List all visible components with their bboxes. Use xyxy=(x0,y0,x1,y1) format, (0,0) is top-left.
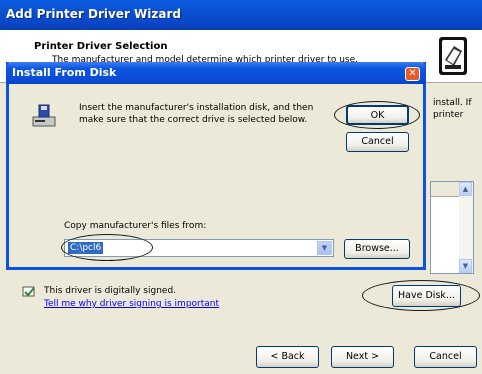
driver-signed-text: This driver is digitally signed. xyxy=(44,286,177,296)
have-disk-button[interactable]: Have Disk... xyxy=(392,285,461,307)
disk-drive-icon xyxy=(32,104,56,127)
scroll-down-icon[interactable]: ▼ xyxy=(459,259,472,273)
dropdown-arrow-icon[interactable]: ▼ xyxy=(317,241,332,255)
printer-icon xyxy=(439,37,467,75)
dialog-message: Insert the manufacturer's installation d… xyxy=(79,103,314,125)
scroll-up-icon[interactable]: ▲ xyxy=(459,182,472,196)
wizard-cancel-button[interactable]: Cancel xyxy=(414,346,477,368)
header-title: Printer Driver Selection xyxy=(34,41,168,52)
dialog-title: Install From Disk xyxy=(12,66,117,79)
source-path-value[interactable]: C:\pcl6 xyxy=(68,242,104,254)
list-scrollbar[interactable]: ▲ ▼ xyxy=(459,182,473,273)
next-button[interactable]: Next > xyxy=(331,346,394,368)
dialog-cancel-button[interactable]: Cancel xyxy=(346,132,409,152)
background-text-install: install. If xyxy=(433,98,472,108)
background-text-printer: printer xyxy=(433,110,464,120)
back-button[interactable]: < Back xyxy=(256,346,319,368)
browse-button[interactable]: Browse... xyxy=(344,239,410,259)
source-path-combobox[interactable]: C:\pcl6 ▼ xyxy=(64,239,334,257)
ok-button[interactable]: OK xyxy=(346,105,409,125)
wizard-title: Add Printer Driver Wizard xyxy=(6,7,181,21)
list-header xyxy=(431,182,461,197)
copy-files-label: Copy manufacturer's files from: xyxy=(64,221,207,231)
model-list[interactable]: ▲ ▼ xyxy=(430,181,474,274)
signed-driver-icon xyxy=(22,286,35,297)
close-icon[interactable]: ✕ xyxy=(405,67,420,81)
driver-signing-link[interactable]: Tell me why driver signing is important xyxy=(44,299,219,309)
wizard-titlebar[interactable]: Add Printer Driver Wizard xyxy=(0,0,482,30)
